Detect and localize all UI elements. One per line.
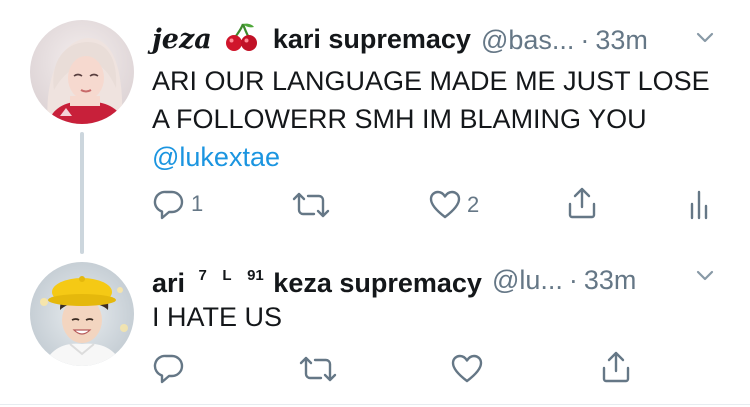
- analytics-button[interactable]: [688, 188, 714, 220]
- share-icon: [568, 187, 596, 219]
- tweet-actions: 1 2: [0, 186, 750, 226]
- timestamp[interactable]: 33m: [595, 23, 648, 57]
- reply-icon: [153, 354, 184, 384]
- tweet-2[interactable]: ari 7 L 91 keza supremacy @lu... · 33m I…: [0, 250, 750, 407]
- handle[interactable]: @bas...: [481, 23, 574, 57]
- tweet-header: jeza kari supremacy @bas... · 33m: [152, 22, 648, 57]
- retweet-button[interactable]: [292, 190, 330, 220]
- chevron-down-icon[interactable]: [695, 31, 715, 45]
- bottom-divider: [0, 404, 750, 405]
- display-name[interactable]: ari 7 L 91 keza supremacy: [152, 259, 482, 300]
- reply-count: 1: [191, 191, 204, 216]
- mention-link[interactable]: @lukextae: [152, 142, 280, 172]
- tweet-text: I HATE US: [152, 298, 722, 336]
- display-name-sup-1: 7: [198, 267, 207, 284]
- heart-icon: [451, 354, 483, 383]
- display-name-suffix: keza supremacy: [273, 268, 482, 298]
- chevron-down-icon[interactable]: [695, 269, 715, 283]
- heart-icon: [429, 190, 461, 219]
- tweet-text-content: I HATE US: [152, 302, 283, 332]
- avatar[interactable]: [30, 20, 134, 124]
- like-button[interactable]: [451, 354, 483, 384]
- share-icon: [602, 351, 630, 383]
- tweet-feed: jeza kari supremacy @bas... · 33m ARI OU…: [0, 0, 750, 407]
- tweet-actions: [0, 350, 750, 390]
- tweet-text-content: ARI OUR LANGUAGE MADE ME JUST LOSE A FOL…: [152, 66, 710, 134]
- separator: ·: [580, 24, 590, 55]
- share-button[interactable]: [566, 186, 598, 220]
- handle[interactable]: @lu...: [492, 263, 563, 297]
- analytics-icon: [690, 190, 708, 220]
- retweet-icon: [292, 192, 330, 218]
- display-name-sup-2: L: [222, 267, 232, 284]
- avatar-photo-girl: [30, 20, 134, 124]
- separator: ·: [568, 264, 578, 295]
- tweet-text: ARI OUR LANGUAGE MADE ME JUST LOSE A FOL…: [152, 62, 722, 176]
- cherries-emoji: [226, 23, 258, 51]
- like-count: 2: [467, 192, 480, 217]
- reply-button[interactable]: [153, 352, 185, 384]
- tweet-1[interactable]: jeza kari supremacy @bas... · 33m ARI OU…: [0, 0, 750, 254]
- tweet-header: ari 7 L 91 keza supremacy @lu... · 33m: [152, 259, 636, 300]
- display-name-sup-3: 91: [247, 267, 264, 284]
- display-name-prefix: jeza: [152, 24, 212, 55]
- reply-icon: [153, 190, 184, 220]
- retweet-button[interactable]: [299, 354, 337, 384]
- display-name-prefix: ari: [152, 268, 186, 298]
- display-name[interactable]: jeza kari supremacy: [152, 22, 471, 57]
- like-button[interactable]: 2: [429, 190, 479, 220]
- timestamp[interactable]: 33m: [584, 263, 637, 297]
- retweet-icon: [299, 356, 337, 382]
- reply-button[interactable]: 1: [153, 188, 203, 220]
- share-button[interactable]: [600, 350, 632, 384]
- display-name-suffix: kari supremacy: [272, 24, 471, 54]
